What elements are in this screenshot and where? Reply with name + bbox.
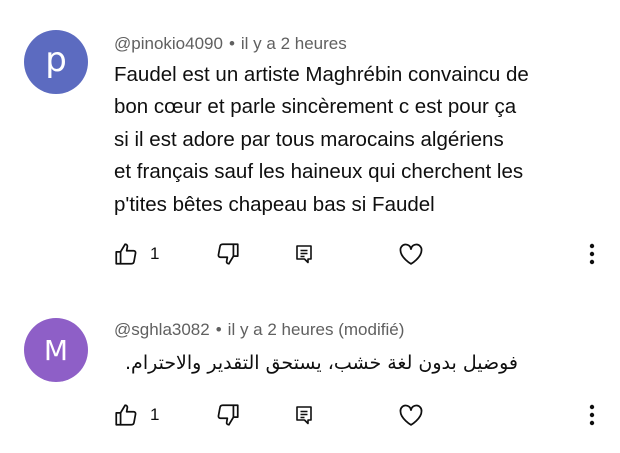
comment-meta: @sghla3082 • il y a 2 heures (modifié)	[114, 320, 404, 340]
thumbs-down-icon	[217, 243, 239, 265]
heart-button[interactable]	[394, 395, 428, 435]
avatar-letter: M	[43, 333, 69, 367]
thumbs-down-icon	[217, 404, 239, 426]
avatar[interactable]: p	[24, 30, 88, 94]
comment-action-bar: 1	[0, 234, 620, 274]
thumbs-up-icon	[115, 243, 137, 265]
more-options-button[interactable]	[578, 395, 606, 435]
avatar-letter: p	[45, 40, 67, 80]
more-vert-icon	[589, 404, 595, 426]
like-count: 1	[150, 244, 160, 263]
comment-meta: @pinokio4090 • il y a 2 heures	[114, 34, 347, 54]
comment-timestamp: il y a 2 heures	[240, 34, 347, 53]
comment-author-handle[interactable]: @sghla3082	[114, 320, 210, 339]
like-button[interactable]	[110, 395, 142, 435]
comment-item: M @sghla3082 • il y a 2 heures (modifié) ف…	[0, 290, 620, 453]
heart-icon	[399, 243, 423, 265]
dislike-button[interactable]	[212, 395, 244, 435]
reply-button[interactable]	[288, 234, 320, 274]
thumbs-up-icon	[115, 404, 137, 426]
heart-icon	[399, 404, 423, 426]
heart-button[interactable]	[394, 234, 428, 274]
like-button[interactable]	[110, 234, 142, 274]
reply-icon	[296, 406, 312, 425]
comment-author-handle[interactable]: @pinokio4090	[114, 34, 223, 53]
like-count: 1	[150, 405, 160, 424]
reply-button[interactable]	[288, 395, 320, 435]
reply-icon	[296, 245, 312, 264]
meta-separator: •	[215, 320, 222, 339]
more-vert-icon	[589, 243, 595, 265]
comment-timestamp: il y a 2 heures (modifié)	[227, 320, 405, 339]
dislike-button[interactable]	[212, 234, 244, 274]
avatar[interactable]: M	[24, 318, 88, 382]
comment-item: p @pinokio4090 • il y a 2 heures Faudel es…	[0, 0, 620, 290]
comment-text: Faudel est un artiste Maghrébin convainc…	[114, 63, 529, 216]
more-options-button[interactable]	[578, 234, 606, 274]
meta-separator: •	[228, 34, 235, 53]
comment-text: فوضيل بدون لغة خشب، يستحق التقدير والاحت…	[125, 352, 518, 374]
comment-action-bar: 1	[0, 395, 620, 435]
